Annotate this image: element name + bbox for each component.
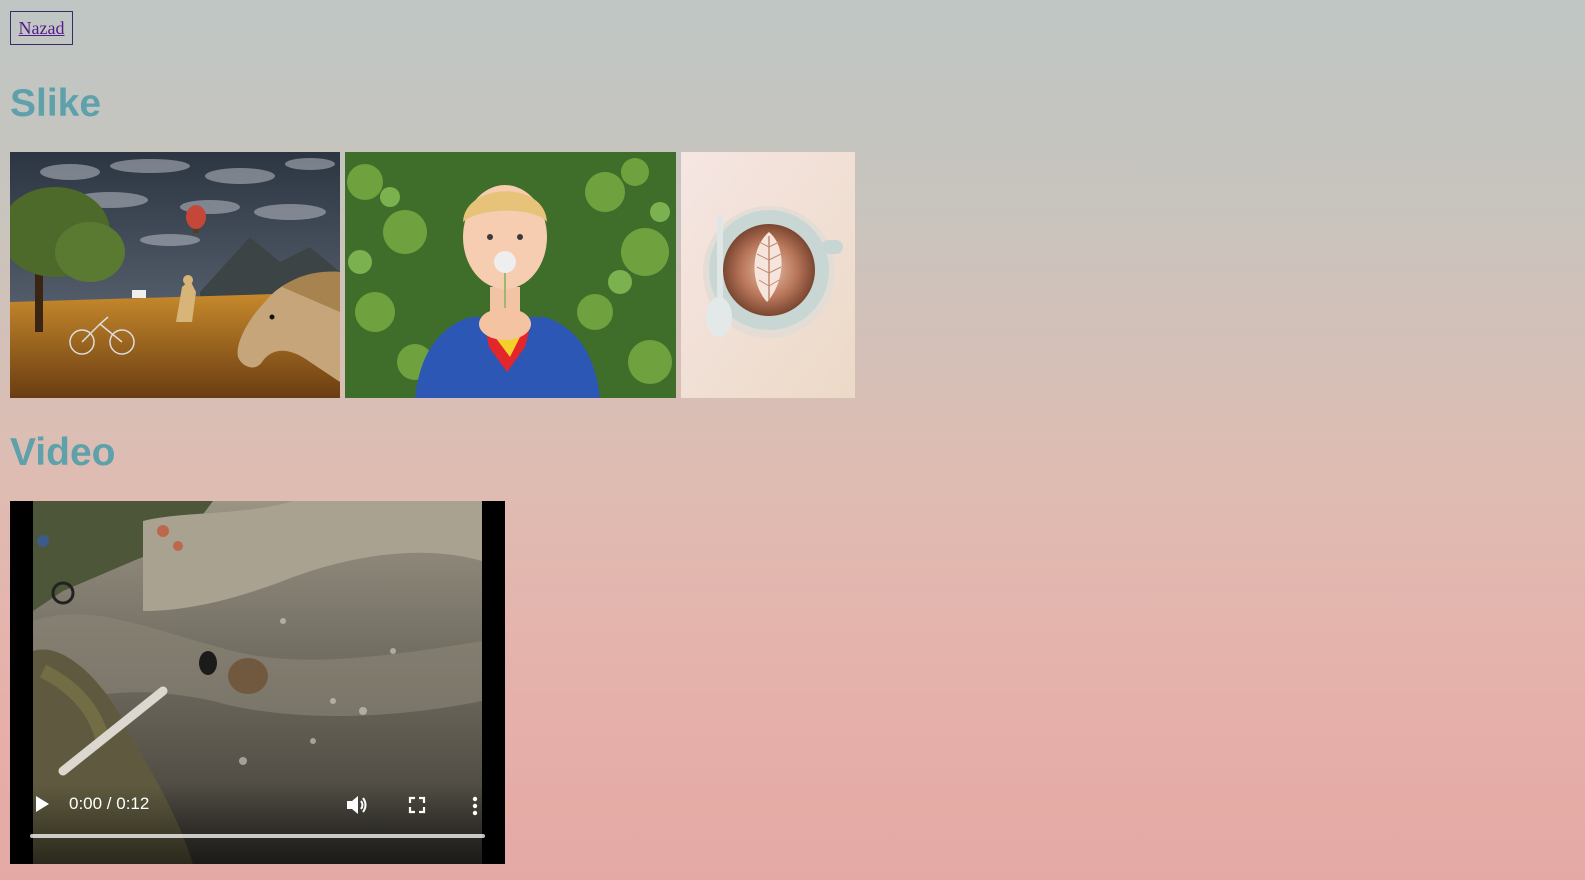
video-player[interactable]: 0:00 / 0:12 — [10, 501, 505, 864]
video-heading: Video — [10, 431, 116, 474]
seek-bar[interactable] — [30, 834, 485, 838]
volume-icon — [347, 796, 367, 814]
landscape-horse-balloon-image[interactable] — [10, 152, 340, 398]
fullscreen-icon — [408, 796, 426, 814]
more-vertical-icon — [472, 796, 478, 816]
play-button[interactable] — [33, 794, 51, 814]
latte-art-cup-image[interactable] — [681, 152, 855, 398]
boy-with-dandelion-image[interactable] — [345, 152, 676, 398]
fullscreen-button[interactable] — [407, 795, 427, 815]
image-gallery — [10, 152, 855, 398]
images-heading: Slike — [10, 82, 102, 125]
play-icon — [36, 796, 49, 812]
time-display: 0:00 / 0:12 — [69, 794, 150, 813]
more-options-button[interactable] — [468, 795, 482, 817]
mute-button[interactable] — [345, 794, 369, 816]
back-link[interactable]: Nazad — [10, 11, 73, 45]
